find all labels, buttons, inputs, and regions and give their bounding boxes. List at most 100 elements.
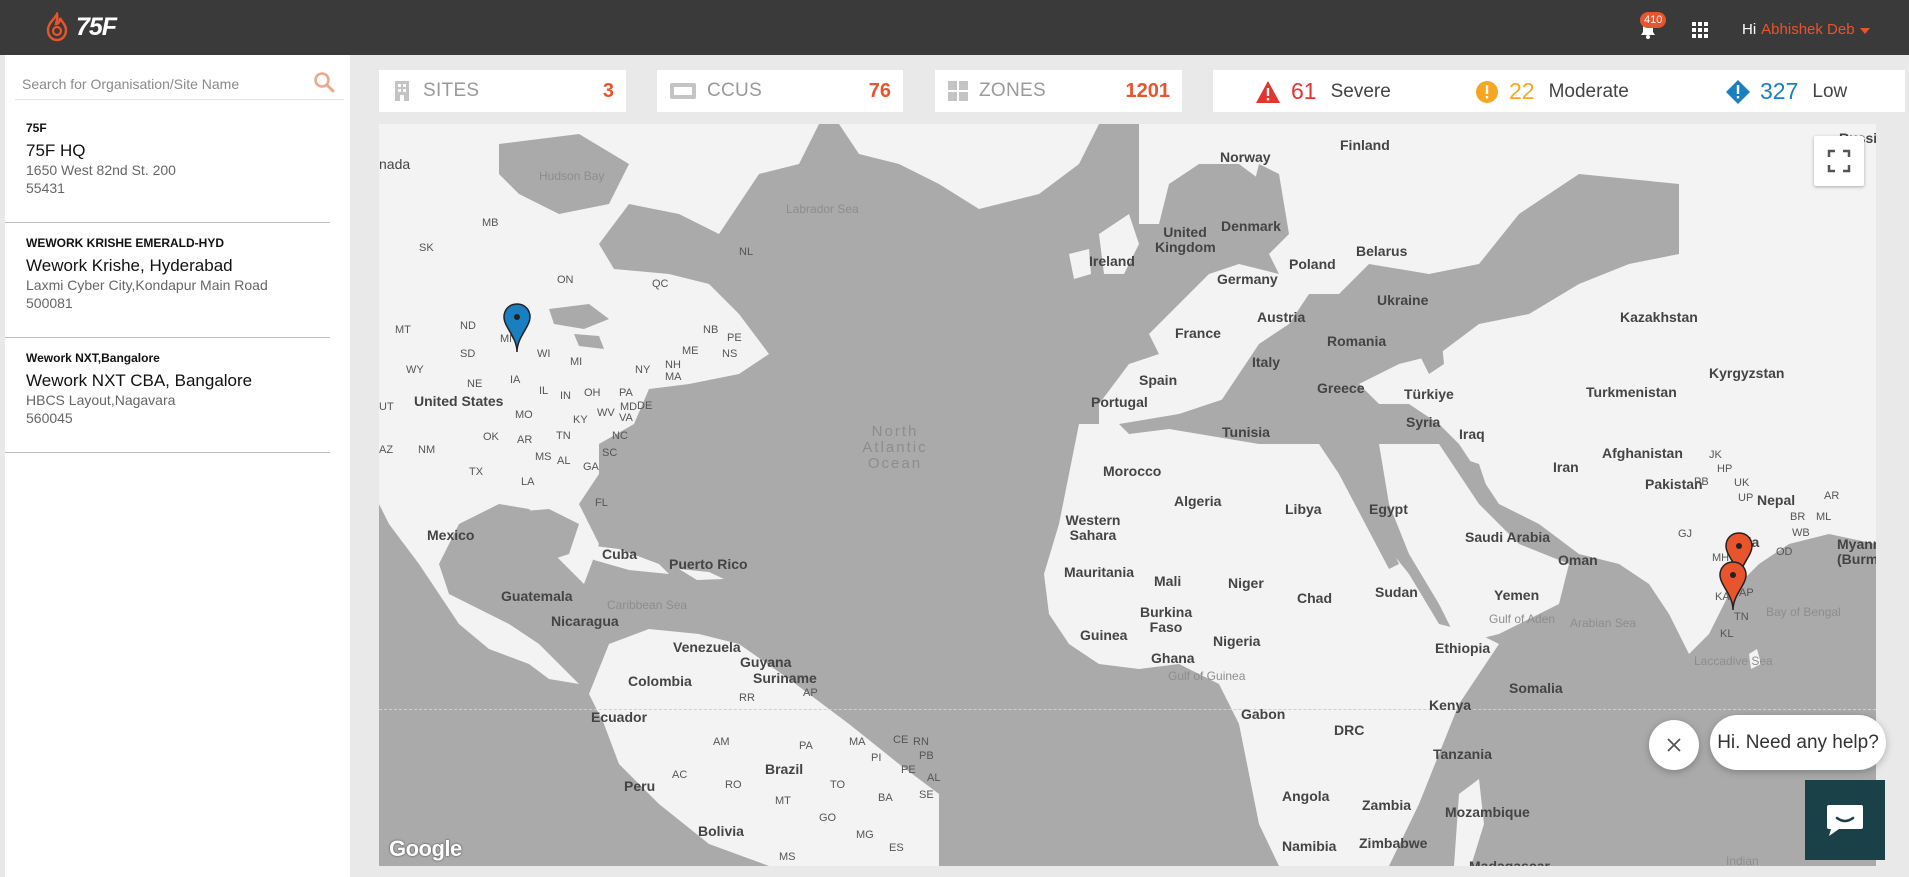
low-count: 327 — [1760, 78, 1799, 104]
search-input[interactable] — [22, 72, 302, 96]
map-label: Greece — [1317, 380, 1365, 396]
ccus-count: 76 — [868, 79, 891, 102]
severe-label: Severe — [1330, 80, 1391, 102]
severe-alerts[interactable]: 61 Severe — [1255, 78, 1391, 105]
map-label: France — [1175, 325, 1221, 341]
user-name: Abhishek Deb — [1761, 21, 1855, 38]
site-marker-pin[interactable] — [502, 303, 532, 353]
site-name: Wework Krishe, Hyderabad — [26, 256, 233, 275]
map-label: NH — [665, 359, 681, 371]
map-label: Myanmar (Burm — [1837, 536, 1876, 567]
map-label: Sudan — [1375, 584, 1418, 600]
map-label: Yemen — [1494, 587, 1540, 603]
site-marker-pin[interactable] — [1718, 561, 1748, 611]
moderate-alerts[interactable]: 22 Moderate — [1475, 78, 1629, 105]
map-label: Mexico — [427, 527, 475, 543]
map-label: NL — [739, 246, 754, 258]
chat-greeting[interactable]: Hi. Need any help? — [1710, 715, 1886, 770]
map-label: PB — [1694, 476, 1709, 488]
map-label: Caribbean Sea — [607, 598, 688, 612]
map-label: MA — [665, 371, 682, 383]
map-label: Zimbabwe — [1359, 835, 1428, 851]
map-label: Western Sahara — [1065, 512, 1121, 543]
map-label: Guinea — [1080, 627, 1128, 643]
map-label: HP — [1717, 463, 1733, 475]
low-alerts[interactable]: 327 Low — [1726, 78, 1847, 105]
map-label: TX — [469, 466, 484, 478]
map-label: Tanzania — [1433, 746, 1492, 762]
map-label: Nigeria — [1213, 633, 1261, 649]
chat-launcher-button[interactable] — [1805, 780, 1885, 860]
search-box — [15, 66, 344, 100]
map-label: DE — [637, 400, 653, 412]
logo-text: 75F — [76, 12, 117, 41]
site-list-item[interactable]: 75F 75F HQ 1650 West 82nd St. 200 55431 — [5, 108, 330, 223]
site-address: HBCS Layout,Nagavara — [26, 392, 176, 408]
chat-close-button[interactable] — [1649, 720, 1699, 770]
zones-count: 1201 — [1125, 79, 1171, 102]
map-label: NM — [418, 444, 436, 456]
map-label: NS — [722, 348, 738, 360]
map-label: JK — [1709, 449, 1722, 461]
map-label: Kazakhstan — [1620, 309, 1698, 325]
map-label: Kenya — [1429, 697, 1472, 713]
map-label: Italy — [1252, 354, 1281, 370]
site-name: Wework NXT CBA, Bangalore — [26, 371, 253, 390]
map-label: CE — [893, 734, 909, 746]
map-label: Algeria — [1174, 493, 1222, 509]
map-label: KL — [1720, 628, 1734, 640]
notification-count-badge: 410 — [1640, 12, 1667, 28]
site-address: Laxmi Cyber City,Kondapur Main Road — [26, 277, 268, 293]
map-label: OH — [584, 387, 601, 399]
map-label: Cuba — [602, 546, 637, 562]
map-label: Germany — [1217, 271, 1278, 287]
site-org-name: 75F — [26, 121, 47, 135]
map-label: Somalia — [1509, 680, 1563, 696]
map-label: Ethiopia — [1435, 640, 1491, 656]
map-label: SD — [460, 348, 476, 360]
site-list-sidebar: 75F 75F HQ 1650 West 82nd St. 200 55431 … — [5, 55, 350, 877]
site-zip: 560045 — [26, 410, 73, 426]
fullscreen-button[interactable] — [1814, 136, 1864, 186]
map-label: AL — [557, 455, 571, 467]
map-label: Mali — [1154, 573, 1182, 589]
map-label: Angola — [1282, 788, 1330, 804]
map-label: RN — [913, 736, 929, 748]
map-label: WB — [1792, 527, 1810, 539]
map-label: MT — [775, 795, 791, 807]
chevron-down-icon — [1859, 27, 1870, 34]
logo[interactable]: 75F — [44, 12, 117, 42]
map-label: GO — [819, 812, 837, 824]
map-label: Laccadive Sea — [1694, 654, 1773, 668]
site-list-item[interactable]: Wework NXT,Bangalore Wework NXT CBA, Ban… — [5, 338, 330, 453]
map-label: SC — [602, 447, 618, 459]
map-label: Poland — [1289, 256, 1336, 272]
site-name: 75F HQ — [26, 141, 86, 160]
map-label: United Kingdom — [1155, 224, 1216, 255]
apps-grid-icon[interactable] — [1692, 22, 1708, 38]
warning-triangle-icon — [1256, 80, 1280, 103]
map-label: Ecuador — [591, 709, 648, 725]
map-label: Libya — [1285, 501, 1322, 517]
site-list-item[interactable]: WEWORK KRISHE EMERALD-HYD Wework Krishe,… — [5, 223, 330, 338]
map-label: AR — [517, 434, 533, 446]
map-label: AM — [713, 736, 730, 748]
map-label: TN — [1734, 611, 1749, 623]
map-label: OK — [483, 431, 499, 443]
map-label: Bolivia — [698, 823, 744, 839]
info-diamond-icon — [1726, 79, 1750, 104]
map-label: Ireland — [1089, 253, 1135, 269]
map-label: Türkiye — [1404, 386, 1454, 402]
map-label: MA — [849, 736, 866, 748]
map-label: AZ — [379, 444, 394, 456]
site-address: 1650 West 82nd St. 200 — [26, 162, 176, 178]
moderate-count: 22 — [1509, 78, 1535, 104]
map-label: ON — [557, 274, 574, 286]
map-label: Guatemala — [501, 588, 573, 604]
map-label: PB — [919, 750, 934, 762]
site-org-name: Wework NXT,Bangalore — [26, 351, 160, 365]
search-icon[interactable] — [313, 71, 335, 93]
user-menu[interactable]: Hi Abhishek Deb — [1742, 21, 1870, 38]
map-label: Indian — [1726, 854, 1759, 866]
site-zip: 500081 — [26, 295, 73, 311]
